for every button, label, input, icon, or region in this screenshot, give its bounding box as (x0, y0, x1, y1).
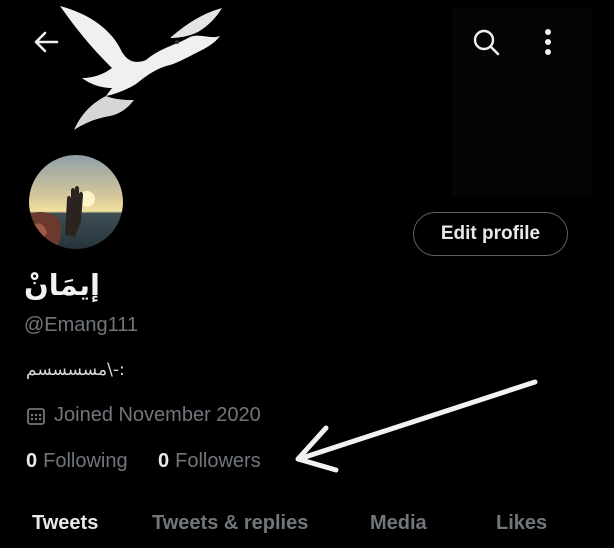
more-vertical-icon (545, 29, 551, 55)
avatar[interactable] (26, 152, 126, 252)
bio: مسسسسم\-: (26, 360, 125, 380)
dove-image (60, 6, 222, 130)
following-count: 0 (26, 450, 38, 472)
search-icon (473, 29, 500, 56)
arrow-left-icon (34, 31, 59, 53)
join-date: Joined November 2020 (26, 404, 261, 427)
following-label: Following (43, 450, 128, 472)
annotation-arrow (295, 379, 538, 473)
followers-label: Followers (175, 450, 261, 472)
edit-profile-button[interactable]: Edit profile (413, 212, 568, 256)
display-name: إيمَانْ (24, 268, 100, 302)
tab-media[interactable]: Media (370, 512, 427, 535)
search-button[interactable] (466, 22, 506, 62)
calendar-icon (27, 407, 45, 425)
joined-text: Joined November 2020 (54, 404, 261, 426)
followers-link[interactable]: 0 Followers (158, 450, 261, 473)
more-button[interactable] (530, 22, 566, 62)
user-handle: @Emang111 (24, 314, 139, 336)
tab-tweets-replies[interactable]: Tweets & replies (152, 512, 308, 535)
profile-tabs: Tweets Tweets & replies Media Likes (0, 498, 614, 548)
following-link[interactable]: 0 Following (26, 450, 128, 473)
back-button[interactable] (28, 24, 64, 60)
tab-likes[interactable]: Likes (496, 512, 547, 535)
tab-tweets[interactable]: Tweets (32, 512, 98, 535)
followers-count: 0 (158, 450, 170, 472)
